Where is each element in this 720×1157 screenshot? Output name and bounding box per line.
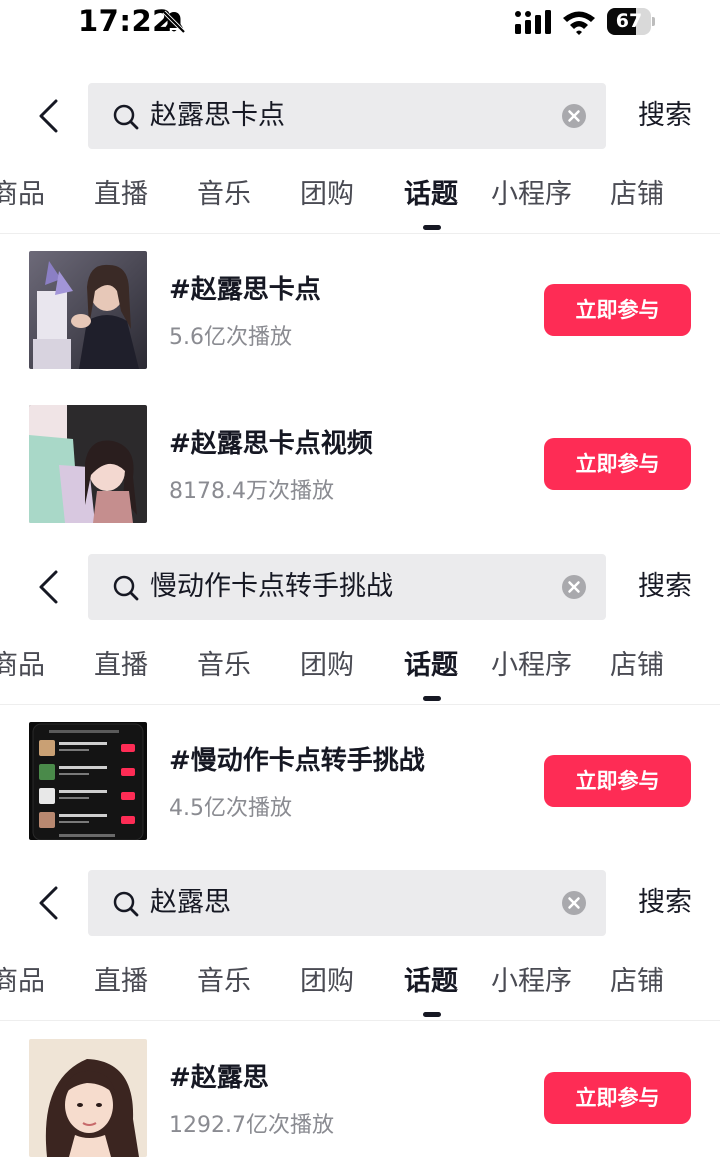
tab-topics[interactable]: 话题 [404,964,458,1000]
topic-play-count: 1292.7亿次播放 [169,1113,334,1138]
join-button[interactable]: 立即参与 [544,438,691,490]
tab-goods[interactable]: 商品 [0,648,45,684]
topic-result-row[interactable]: #赵露思 1292.7亿次播放 立即参与 [0,1039,720,1157]
topic-thumbnail [29,405,147,523]
tab-goods[interactable]: 商品 [0,964,45,1000]
active-tab-indicator [423,696,441,701]
tab-group-buy[interactable]: 团购 [300,964,354,1000]
bell-muted-icon [162,10,186,34]
topic-thumbnail [29,1039,147,1157]
topic-title: #赵露思 [169,1063,269,1093]
status-bar: 17:22 67 [0,0,720,46]
topic-result-row[interactable]: #赵露思卡点视频 8178.4万次播放 立即参与 [0,405,720,523]
wifi-icon [563,11,595,35]
search-query-text: 赵露思 [150,887,231,918]
signal-icon [515,10,551,34]
tab-live[interactable]: 直播 [94,964,148,1000]
search-icon [113,891,139,917]
clear-icon[interactable] [561,574,587,600]
category-tabs: 商品 直播 音乐 团购 话题 小程序 店铺 [0,946,720,1021]
search-row: 慢动作卡点转手挑战 搜索 [0,554,720,620]
join-button[interactable]: 立即参与 [544,1072,691,1124]
topic-title: #赵露思卡点 [169,275,321,305]
topic-play-count: 5.6亿次播放 [169,325,292,350]
tab-music[interactable]: 音乐 [197,964,251,1000]
search-button[interactable]: 搜索 [630,83,700,149]
active-tab-indicator [423,1012,441,1017]
battery-icon: 67 [607,8,655,35]
topic-play-count: 4.5亿次播放 [169,796,292,821]
tab-music[interactable]: 音乐 [197,648,251,684]
search-button[interactable]: 搜索 [630,870,700,936]
topic-result-row[interactable]: #赵露思卡点 5.6亿次播放 立即参与 [0,251,720,369]
topic-thumbnail [29,722,147,840]
tab-stores[interactable]: 店铺 [610,177,664,213]
search-row: 赵露思 搜索 [0,870,720,936]
category-tabs: 商品 直播 音乐 团购 话题 小程序 店铺 [0,159,720,234]
chevron-left-icon[interactable] [36,569,62,605]
tab-topics[interactable]: 话题 [404,177,458,213]
search-input[interactable]: 慢动作卡点转手挑战 [88,554,606,620]
search-icon [113,575,139,601]
tab-mini-programs[interactable]: 小程序 [491,648,572,684]
topic-play-count: 8178.4万次播放 [169,479,334,504]
tab-mini-programs[interactable]: 小程序 [491,177,572,213]
tab-group-buy[interactable]: 团购 [300,177,354,213]
tab-live[interactable]: 直播 [94,648,148,684]
search-row: 赵露思卡点 搜索 [0,83,720,149]
join-button[interactable]: 立即参与 [544,755,691,807]
chevron-left-icon[interactable] [36,98,62,134]
tab-goods[interactable]: 商品 [0,177,45,213]
clear-icon[interactable] [561,103,587,129]
active-tab-indicator [423,225,441,230]
clear-icon[interactable] [561,890,587,916]
search-query-text: 慢动作卡点转手挑战 [150,571,393,602]
chevron-left-icon[interactable] [36,885,62,921]
tab-music[interactable]: 音乐 [197,177,251,213]
search-button[interactable]: 搜索 [630,554,700,620]
topic-title: #赵露思卡点视频 [169,429,373,459]
search-query-text: 赵露思卡点 [150,100,285,131]
status-time: 17:22 [78,4,173,38]
search-icon [113,104,139,130]
join-button[interactable]: 立即参与 [544,284,691,336]
topic-title: #慢动作卡点转手挑战 [169,746,425,776]
tab-live[interactable]: 直播 [94,177,148,213]
tab-topics[interactable]: 话题 [404,648,458,684]
topic-thumbnail [29,251,147,369]
tab-stores[interactable]: 店铺 [610,964,664,1000]
topic-result-row[interactable]: #慢动作卡点转手挑战 4.5亿次播放 立即参与 [0,722,720,840]
battery-level-text: 67 [615,10,643,32]
tab-stores[interactable]: 店铺 [610,648,664,684]
tab-mini-programs[interactable]: 小程序 [491,964,572,1000]
tab-group-buy[interactable]: 团购 [300,648,354,684]
search-input[interactable]: 赵露思卡点 [88,83,606,149]
category-tabs: 商品 直播 音乐 团购 话题 小程序 店铺 [0,630,720,705]
search-input[interactable]: 赵露思 [88,870,606,936]
